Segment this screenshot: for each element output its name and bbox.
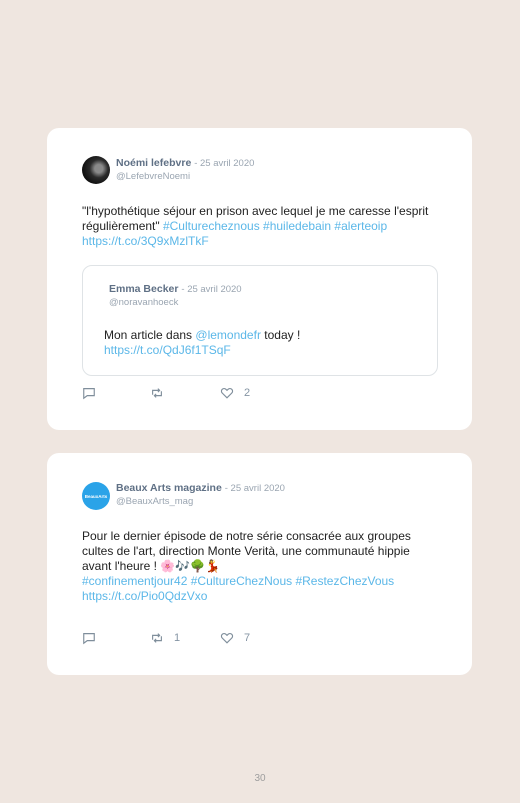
like-count: 2 <box>244 387 251 399</box>
retweet-icon <box>152 633 162 643</box>
reply-icon <box>83 633 95 645</box>
quoted-text: Mon article dans @lemondefr today ! http… <box>104 328 424 358</box>
tweet-actions: 1 7 <box>82 631 382 647</box>
quoted-tweet[interactable]: Emma Becker - 25 avril 2020 @noravanhoec… <box>82 265 438 376</box>
tweet-body: Pour le dernier épisode de notre série c… <box>82 529 411 573</box>
author-handle[interactable]: @LefebvreNoemi <box>116 171 190 182</box>
heart-icon <box>220 387 234 399</box>
like-count: 7 <box>244 632 251 644</box>
retweet-icon <box>152 388 162 398</box>
author-name[interactable]: Noémi lefebvre <box>116 157 191 169</box>
tweet-card: Noémi lefebvre - 25 avril 2020 @Lefebvre… <box>47 128 472 430</box>
like-button[interactable]: 2 <box>220 386 250 400</box>
tweet-actions: 2 <box>82 386 382 402</box>
quoted-text-before: Mon article dans <box>104 328 196 342</box>
like-button[interactable]: 7 <box>220 631 250 645</box>
mention-link[interactable]: @lemondefr <box>195 328 261 342</box>
avatar[interactable] <box>82 156 110 184</box>
tweet-card: BeauxArts Beaux Arts magazine - 25 avril… <box>47 453 472 675</box>
author-name[interactable]: Beaux Arts magazine <box>116 482 222 494</box>
avatar-logo-text: BeauxArts <box>84 493 108 499</box>
retweet-button[interactable]: 1 <box>150 631 180 645</box>
retweet-count: 1 <box>174 632 181 644</box>
quoted-date: - 25 avril 2020 <box>181 284 242 295</box>
tweet-hashtags-link[interactable]: #confinementjour42 #CultureChezNous #Res… <box>82 574 394 603</box>
retweet-button[interactable] <box>150 386 174 400</box>
quoted-author[interactable]: Emma Becker - 25 avril 2020 <box>109 283 242 295</box>
tweet-date: - 25 avril 2020 <box>194 158 255 169</box>
tweet-author[interactable]: Beaux Arts magazine - 25 avril 2020 <box>116 482 285 494</box>
reply-button[interactable] <box>82 631 106 645</box>
author-handle[interactable]: @BeauxArts_mag <box>116 496 193 507</box>
quoted-handle[interactable]: @noravanhoeck <box>109 297 178 308</box>
quoted-author-name[interactable]: Emma Becker <box>109 283 178 295</box>
quoted-url-link[interactable]: https://t.co/QdJ6f1TSqF <box>104 343 231 357</box>
quoted-text-after: today ! <box>260 328 301 342</box>
reply-button[interactable] <box>82 386 106 400</box>
avatar[interactable]: BeauxArts <box>82 482 110 510</box>
tweet-author[interactable]: Noémi lefebvre - 25 avril 2020 <box>116 157 254 169</box>
reply-icon <box>83 388 95 400</box>
heart-icon <box>220 632 234 644</box>
page-number: 30 <box>254 773 266 784</box>
tweet-text: "l'hypothétique séjour en prison avec le… <box>82 204 442 249</box>
tweet-date: - 25 avril 2020 <box>224 483 285 494</box>
tweet-text: Pour le dernier épisode de notre série c… <box>82 529 442 604</box>
